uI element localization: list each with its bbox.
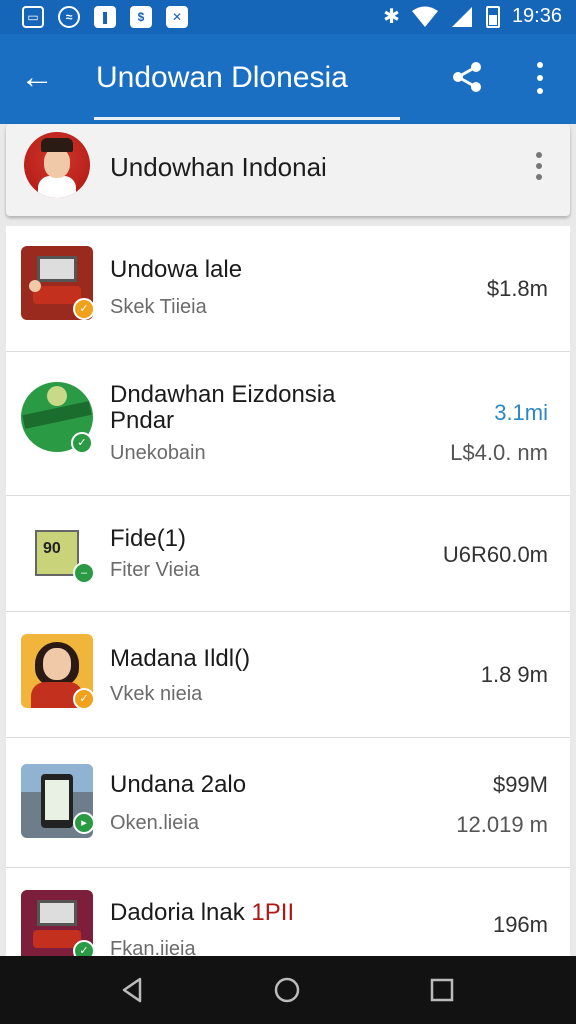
title-underline [94, 117, 400, 120]
list-item[interactable]: 90 – Fide(1) Fiter Vieia U6R60.0m [6, 496, 570, 612]
wifi-icon [411, 6, 438, 27]
item-title-line2: Pndar [110, 407, 175, 434]
more-vert-icon[interactable] [534, 152, 544, 180]
list-item[interactable]: ✓ Dndawhan Eizdonsia Pndar Unekobain 3.1… [6, 352, 570, 496]
status-badge-icon: – [73, 562, 95, 584]
item-subtitle: Fkan.iieia [110, 938, 196, 956]
item-value: 196m [492, 912, 548, 937]
verified-badge-icon: ✓ [73, 940, 95, 956]
item-value-secondary: L$4.0. nm [450, 440, 548, 465]
item-subtitle: Oken.lieia [110, 812, 199, 834]
signal-icon [451, 6, 472, 27]
share-icon[interactable] [450, 60, 484, 94]
item-value-secondary: 12.019 m [456, 812, 548, 837]
item-value: $1.8m [486, 276, 548, 301]
app-bar: ← Undowan Dlonesia [0, 34, 576, 124]
list-item[interactable]: ✓ Madana Ildl() Vkek nieia 1.8 9m [6, 612, 570, 738]
item-subtitle: Vkek nieia [110, 683, 203, 705]
navigation-bar [0, 956, 576, 1024]
list-item[interactable]: ✓ Dadoria lnak 1PII Fkan.iieia 196m [6, 868, 570, 956]
list-item[interactable]: ▸ Undana 2alo Oken.lieia $99M 12.019 m [6, 738, 570, 868]
item-value: U6R60.0m [442, 542, 548, 567]
arrow-back-icon[interactable]: ← [20, 60, 54, 94]
item-subtitle: Skek Tiieia [110, 296, 207, 318]
verified-badge-icon: ✓ [73, 298, 95, 320]
notification-icons: ▭ ≈ ❚ $ ✕ [22, 6, 188, 28]
messenger-icon: ≈ [58, 6, 80, 28]
item-title: Dadoria lnak 1PII [110, 900, 294, 926]
back-nav-icon[interactable] [118, 976, 146, 1004]
item-subtitle: Unekobain [110, 442, 206, 464]
play-badge-icon: ▸ [73, 812, 95, 834]
item-value: 1.8 9m [480, 662, 548, 687]
item-title-text: Dadoria lnak [110, 899, 245, 926]
recents-nav-icon[interactable] [428, 976, 456, 1004]
system-icons: ✱ 19:36 [383, 4, 562, 29]
page-title: Undowan Dlonesia [96, 61, 348, 94]
verified-badge-icon: ✓ [71, 432, 93, 454]
account-name: Undowhan Indonai [110, 152, 327, 182]
item-subtitle: Fiter Vieia [110, 559, 200, 581]
avatar [24, 132, 90, 198]
item-title: Madana Ildl() [110, 645, 251, 672]
verified-badge-icon: ✓ [73, 688, 95, 710]
item-title: Dndawhan Eizdonsia [110, 381, 336, 408]
bluetooth-icon: ✱ [383, 6, 400, 28]
item-title: Undowa lale [110, 256, 243, 283]
status-bar: ▭ ≈ ❚ $ ✕ ✱ 19:36 [0, 0, 576, 34]
app-icon: ✕ [166, 6, 188, 28]
clock: 19:36 [511, 5, 562, 27]
app-icon: ❚ [94, 6, 116, 28]
item-title: Fide(1) [110, 525, 187, 552]
item-list: ✓ Undowa lale Skek Tiieia $1.8m ✓ Dndawh… [6, 226, 570, 956]
app-icon: $ [130, 6, 152, 28]
item-title-accent: 1PII [251, 899, 295, 926]
image-icon: ▭ [22, 6, 44, 28]
item-value: 3.1mi [494, 400, 548, 425]
more-vert-icon[interactable] [526, 58, 554, 98]
account-card[interactable]: Undowhan Indonai [6, 124, 570, 216]
battery-icon [485, 5, 500, 28]
item-title: Undana 2alo [110, 771, 247, 798]
home-nav-icon[interactable] [273, 976, 301, 1004]
list-item[interactable]: ✓ Undowa lale Skek Tiieia $1.8m [6, 226, 570, 352]
item-value: $99M [492, 772, 548, 797]
